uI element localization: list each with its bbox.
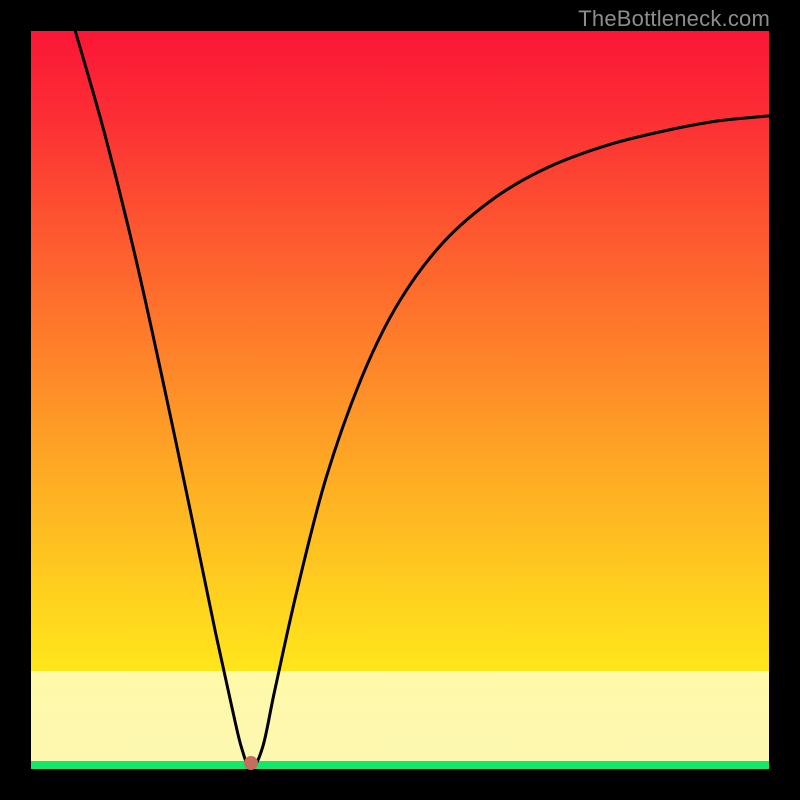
watermark-text: TheBottleneck.com [578,6,770,32]
plot-area [31,31,769,769]
chart-stage: TheBottleneck.com [0,0,800,800]
curve-svg [31,31,769,769]
bottleneck-curve [75,31,769,769]
bottleneck-marker [244,756,258,770]
